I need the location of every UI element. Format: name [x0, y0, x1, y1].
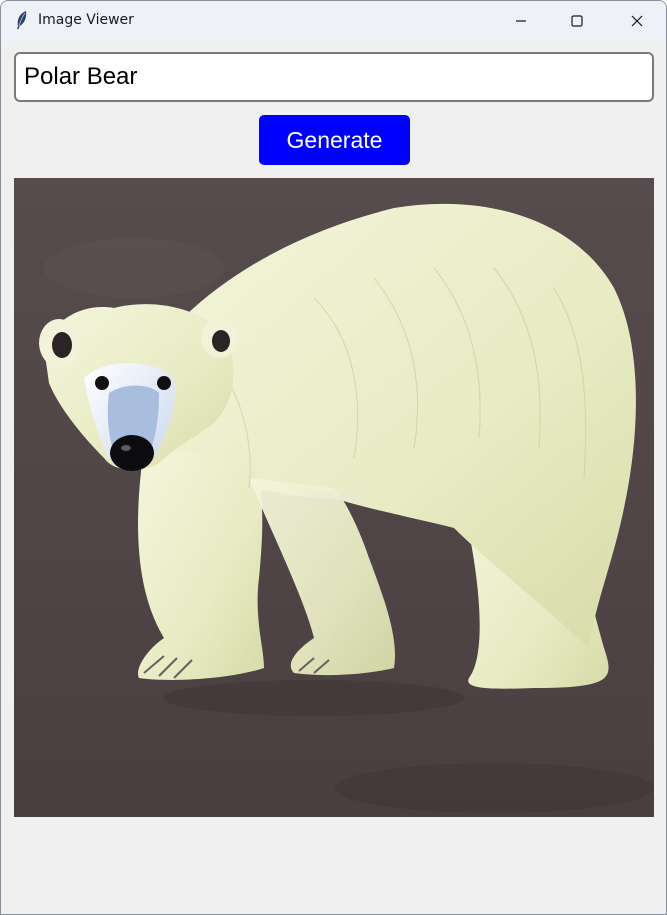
- app-window: Image Viewer Generate: [0, 0, 667, 915]
- close-icon: [631, 15, 643, 27]
- close-button[interactable]: [609, 1, 665, 41]
- window-title: Image Viewer: [38, 12, 134, 28]
- image-label-text: GenLabel: [305, 488, 363, 503]
- feather-icon: [13, 10, 31, 30]
- prompt-input[interactable]: [14, 52, 654, 102]
- generate-button[interactable]: Generate: [259, 115, 410, 165]
- minimize-button[interactable]: [493, 1, 549, 41]
- maximize-icon: [571, 15, 583, 27]
- generated-image: GenLabel: [14, 178, 654, 817]
- minimize-icon: [516, 20, 526, 22]
- client-area: Generate: [1, 41, 666, 914]
- title-bar[interactable]: Image Viewer: [1, 1, 666, 41]
- maximize-button[interactable]: [549, 1, 605, 41]
